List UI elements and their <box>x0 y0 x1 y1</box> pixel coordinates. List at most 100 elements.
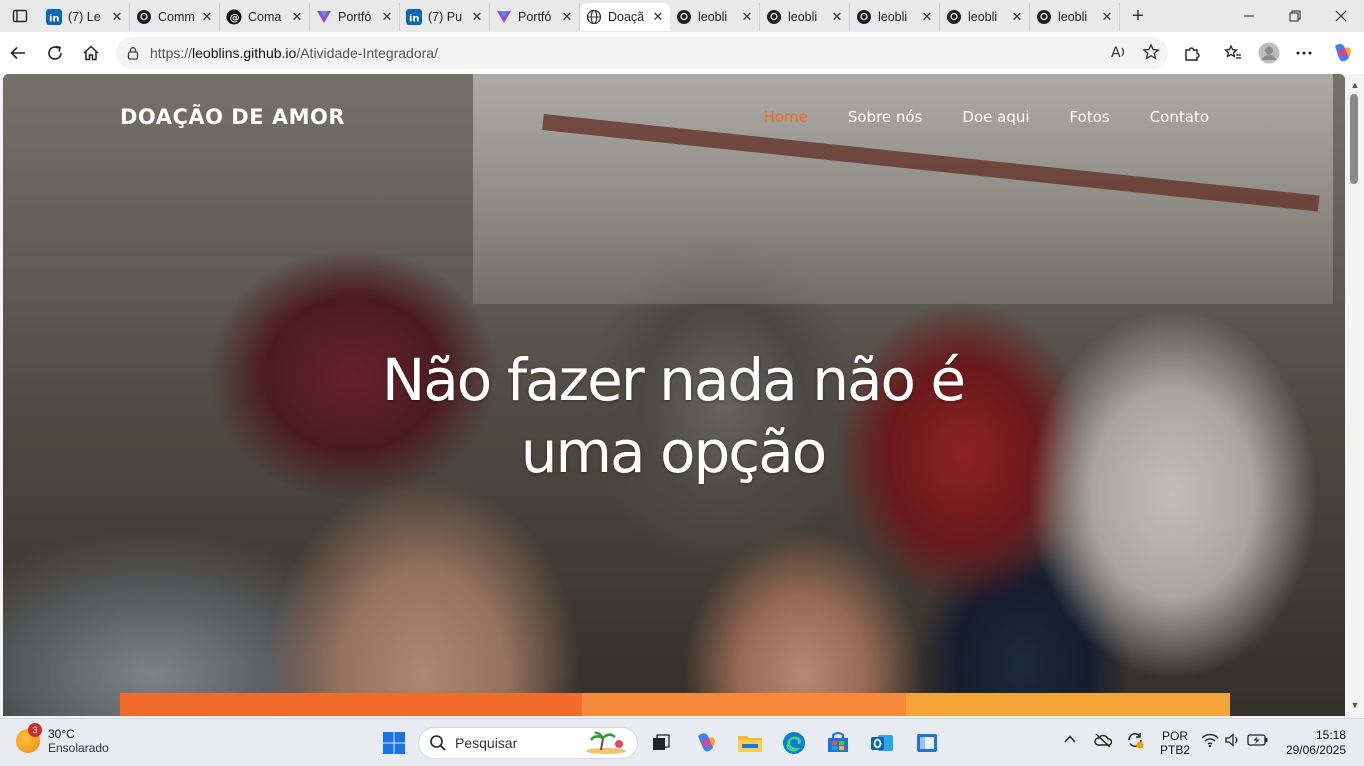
show-hidden-icons-button[interactable] <box>1063 732 1077 749</box>
accent-bar <box>582 693 906 716</box>
clock-date: 29/06/2025 <box>1285 743 1346 757</box>
favorites-button[interactable] <box>1217 37 1249 69</box>
nav-item-doe-aqui[interactable]: Doe aqui <box>962 108 1029 126</box>
browser-tab[interactable]: leobli ✕ <box>760 3 850 31</box>
taskbar-search[interactable]: Pesquisar <box>418 727 638 759</box>
browser-tab-active[interactable]: Doaçã ✕ <box>580 3 670 31</box>
start-button[interactable] <box>378 727 410 759</box>
browser-tab[interactable]: in (7) Le ✕ <box>40 3 130 31</box>
site-brand[interactable]: DOAÇÃO DE AMOR <box>120 105 345 129</box>
scroll-up-icon[interactable]: ▲ <box>1350 80 1360 90</box>
url-path: /Atividade-Integradora/ <box>296 45 438 61</box>
tab-title: Portfó <box>338 10 372 24</box>
github-icon <box>946 9 962 25</box>
close-tab-icon[interactable]: ✕ <box>291 9 303 25</box>
scroll-down-icon[interactable]: ▼ <box>1350 700 1360 710</box>
close-icon <box>1335 10 1347 22</box>
task-view-button[interactable] <box>645 727 677 759</box>
reload-button[interactable] <box>39 37 71 69</box>
page-scrollbar[interactable]: ▲ ▼ <box>1346 74 1364 716</box>
read-aloud-icon[interactable]: A <box>1110 43 1128 64</box>
back-arrow-icon <box>10 46 25 60</box>
weather-widget[interactable]: 3 30°C Ensolarado <box>16 723 109 755</box>
new-tab-button[interactable]: + <box>1120 0 1156 32</box>
browser-tab[interactable]: Comm ✕ <box>130 3 220 31</box>
close-tab-icon[interactable]: ✕ <box>471 9 483 25</box>
tab-actions-button[interactable] <box>0 0 40 32</box>
browser-tab[interactable]: leobli ✕ <box>1030 3 1120 31</box>
file-explorer-button[interactable] <box>734 727 766 759</box>
vercel-portfolio-icon <box>496 9 512 25</box>
threads-icon: @ <box>226 9 242 25</box>
profile-button[interactable] <box>1253 37 1285 69</box>
favorites-icon <box>1224 44 1241 59</box>
search-icon <box>430 735 446 751</box>
github-icon <box>856 9 872 25</box>
extensions-button[interactable] <box>1176 37 1208 69</box>
browser-tab[interactable]: leobli ✕ <box>850 3 940 31</box>
tab-title: Doaçã <box>608 10 645 24</box>
weather-temp: 30°C <box>48 727 75 741</box>
site-info-icon[interactable] <box>126 46 146 60</box>
close-tab-icon[interactable]: ✕ <box>201 9 213 25</box>
browser-tab[interactable]: leobli ✕ <box>670 3 760 31</box>
sync-status-icon[interactable] <box>1126 731 1144 752</box>
svg-text:A: A <box>1111 45 1121 61</box>
browser-tab[interactable]: @ Coma ✕ <box>220 3 310 31</box>
language-code: POR <box>1162 729 1189 743</box>
tab-title: (7) Pu <box>428 10 463 24</box>
speaker-icon <box>1225 733 1238 747</box>
home-button[interactable] <box>75 37 107 69</box>
quick-settings-button[interactable] <box>1201 733 1269 747</box>
copilot-icon <box>1335 43 1351 62</box>
nav-item-sobre-nos[interactable]: Sobre nós <box>848 108 923 126</box>
site-navbar: DOAÇÃO DE AMOR Home Sobre nós Doe aqui F… <box>3 74 1345 164</box>
app-window-button[interactable] <box>911 727 943 759</box>
browser-tab[interactable]: Portfó ✕ <box>310 3 400 31</box>
linkedin-icon: in <box>46 9 62 25</box>
favorite-star-icon[interactable] <box>1142 43 1160 64</box>
nav-item-contato[interactable]: Contato <box>1150 108 1209 126</box>
keyboard-layout: PTB2 <box>1160 743 1191 757</box>
close-tab-icon[interactable]: ✕ <box>652 9 664 25</box>
github-icon <box>1036 9 1052 25</box>
onedrive-offline-icon[interactable] <box>1094 732 1113 751</box>
tab-title: Portfó <box>518 10 552 24</box>
minimize-icon <box>1244 15 1254 17</box>
scrollbar-thumb[interactable] <box>1350 94 1358 184</box>
nav-item-home[interactable]: Home <box>764 108 808 126</box>
svg-text:in: in <box>409 14 420 25</box>
close-tab-icon[interactable]: ✕ <box>921 9 933 25</box>
edge-browser-button[interactable] <box>778 727 810 759</box>
tab-title: Comm <box>158 10 195 24</box>
back-button[interactable] <box>2 37 34 69</box>
close-tab-icon[interactable]: ✕ <box>561 9 573 25</box>
language-indicator[interactable]: POR PTB2 <box>1160 729 1190 757</box>
close-tab-icon[interactable]: ✕ <box>1011 9 1023 25</box>
close-tab-icon[interactable]: ✕ <box>381 9 393 25</box>
browser-tab[interactable]: Portfó ✕ <box>490 3 580 31</box>
close-window-button[interactable] <box>1318 0 1364 32</box>
task-view-icon <box>653 734 670 750</box>
accent-bars <box>120 693 1230 716</box>
folder-icon <box>738 736 762 752</box>
settings-menu-button[interactable] <box>1288 37 1320 69</box>
restore-button[interactable] <box>1272 0 1318 32</box>
nav-item-fotos[interactable]: Fotos <box>1070 108 1110 126</box>
close-tab-icon[interactable]: ✕ <box>1101 9 1113 25</box>
outlook-button[interactable] <box>866 727 898 759</box>
tab-actions-icon <box>12 9 28 23</box>
close-tab-icon[interactable]: ✕ <box>831 9 843 25</box>
minimize-button[interactable] <box>1226 0 1272 32</box>
close-tab-icon[interactable]: ✕ <box>741 9 753 25</box>
browser-tab[interactable]: leobli ✕ <box>940 3 1030 31</box>
url-text[interactable]: https://leoblins.github.io/Atividade-Int… <box>150 45 438 61</box>
close-tab-icon[interactable]: ✕ <box>111 9 123 25</box>
copilot-button[interactable] <box>1326 37 1358 69</box>
microsoft-store-button[interactable] <box>822 727 854 759</box>
browser-tab[interactable]: in (7) Pu ✕ <box>400 3 490 31</box>
address-bar[interactable]: https://leoblins.github.io/Atividade-Int… <box>116 37 1168 69</box>
system-clock[interactable]: 15:18 29/06/2025 <box>1286 728 1346 758</box>
edge-icon <box>783 732 805 754</box>
copilot-app-button[interactable] <box>690 727 722 759</box>
